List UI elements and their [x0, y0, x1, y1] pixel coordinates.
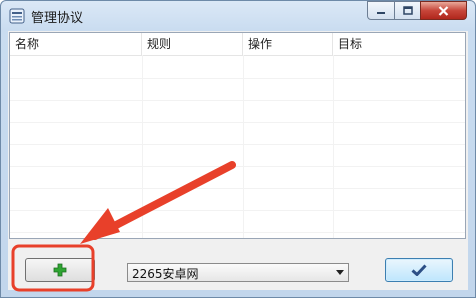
column-header-name[interactable]: 名称 — [10, 33, 142, 55]
plus-icon — [53, 263, 67, 277]
title-bar[interactable]: 管理协议 — [1, 1, 475, 31]
dialog-content: 名称 规则 操作 目标 2265安卓网 — [8, 31, 468, 290]
grid-line — [10, 144, 465, 145]
maximize-icon — [402, 6, 413, 15]
select-value: 2265安卓网 — [132, 267, 199, 281]
bottom-toolbar: 2265安卓网 — [8, 245, 468, 290]
close-button[interactable] — [420, 1, 467, 20]
column-header-target[interactable]: 目标 — [333, 33, 465, 55]
maximize-button[interactable] — [394, 1, 421, 20]
minimize-icon — [377, 11, 385, 14]
grid-line — [243, 55, 244, 238]
chevron-down-icon — [336, 270, 344, 275]
grid-line — [10, 78, 465, 79]
grid-line — [333, 55, 334, 238]
grid-line — [10, 122, 465, 123]
protocol-select[interactable]: 2265安卓网 — [127, 263, 349, 282]
grid-line — [10, 188, 465, 189]
grid-line — [10, 210, 465, 211]
ok-button[interactable] — [385, 258, 453, 282]
grid-line — [142, 55, 143, 238]
grid-line — [10, 166, 465, 167]
grid-line — [10, 100, 465, 101]
grid-line — [10, 232, 465, 233]
add-button[interactable] — [25, 258, 95, 282]
column-header-action[interactable]: 操作 — [243, 33, 333, 55]
window-list-icon — [9, 8, 25, 24]
table-header: 名称 规则 操作 目标 — [10, 33, 465, 56]
checkmark-icon — [411, 264, 427, 276]
minimize-button[interactable] — [367, 1, 395, 20]
close-icon — [438, 5, 449, 16]
window-title: 管理协议 — [31, 11, 84, 26]
column-header-rule[interactable]: 规则 — [142, 33, 243, 55]
dialog-window: 管理协议 名称 规则 操作 目标 2265安卓网 — [0, 0, 476, 298]
protocol-table[interactable]: 名称 规则 操作 目标 — [9, 32, 466, 239]
